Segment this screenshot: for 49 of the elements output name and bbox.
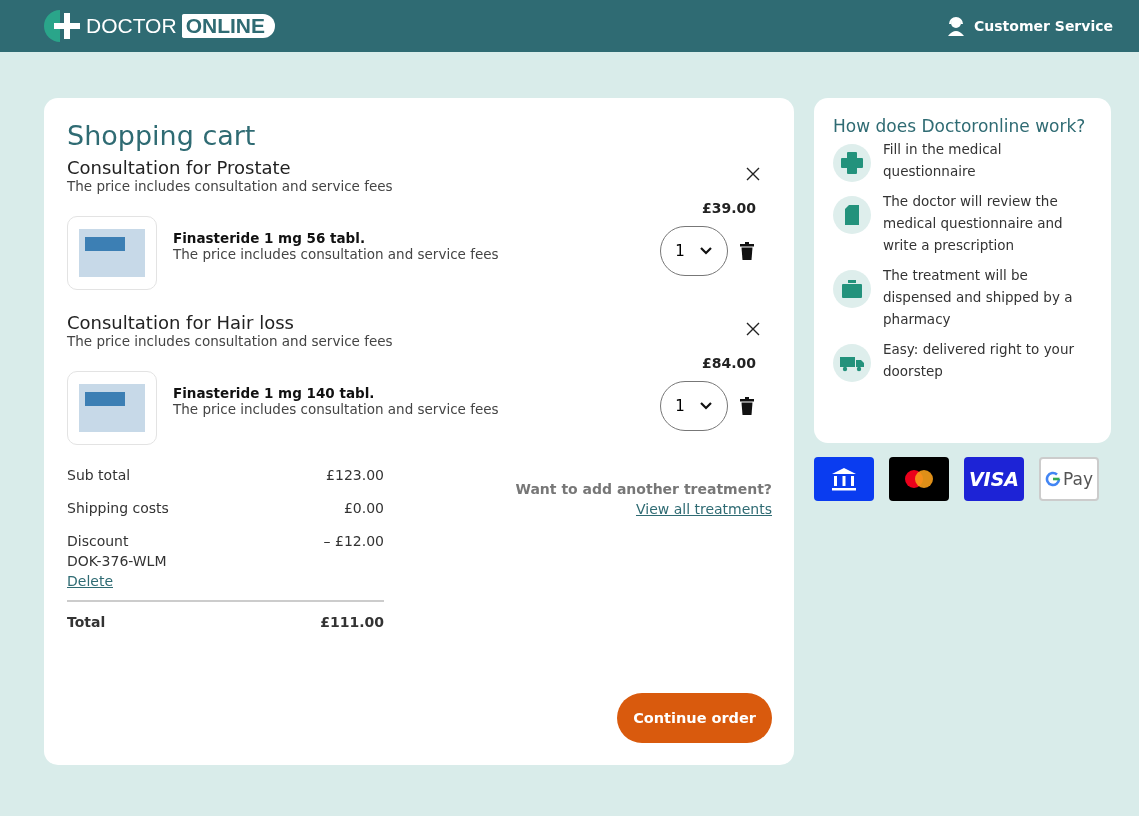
consultation-note: The price includes consultation and service fees (67, 178, 393, 194)
truck-icon (833, 344, 871, 382)
summary-value: £0.00 (343, 500, 384, 516)
step-text: Easy: delivered right to your doorstep (883, 340, 1075, 381)
step-text: The treatment will be dispensed and shipped by a pharmacy (883, 266, 1074, 329)
quantity-select[interactable]: 1 (660, 381, 728, 431)
chevron-down-icon (698, 246, 713, 256)
product-name: Finasteride 1 mg 140 tabl. (173, 385, 376, 401)
product-name: Finasteride 1 mg 56 tabl. (173, 230, 366, 246)
consultation-title: Consultation for Prostate (67, 157, 292, 178)
close-icon[interactable] (746, 167, 760, 181)
briefcase-icon (833, 270, 871, 308)
trash-icon[interactable] (740, 397, 754, 415)
total-value: £111.00 (320, 614, 384, 630)
google-pay-badge: Pay (1039, 457, 1099, 501)
product-price: £39.00 (701, 200, 756, 216)
total-label: Total (67, 614, 106, 630)
info-title: How does Doctoronline work? (833, 116, 1087, 136)
add-treatment-question: Want to add another treatment? (515, 481, 772, 497)
summary-label: Shipping costs (67, 500, 169, 516)
bank-icon (814, 457, 874, 501)
product-note: The price includes consultation and service fees (173, 246, 500, 262)
logo-text: ONLINE (181, 14, 275, 38)
customer-service-link[interactable]: Customer Service (946, 16, 1113, 36)
summary-value: – £12.00 (323, 533, 384, 551)
quantity-select[interactable]: 1 (660, 226, 728, 276)
summary-value: £123.00 (326, 467, 384, 483)
logo-text: DOCTOR (86, 14, 177, 38)
view-treatments-link[interactable]: View all treatments (636, 501, 772, 517)
consultation-title: Consultation for Hair loss (67, 312, 295, 333)
document-icon (833, 196, 871, 234)
summary-label: Sub total (67, 467, 131, 483)
trash-icon[interactable] (740, 242, 754, 260)
delete-link[interactable]: Delete (67, 573, 167, 589)
headset-person-icon (946, 16, 967, 36)
cart-title: Shopping cart (67, 120, 257, 151)
mastercard-icon (889, 457, 949, 501)
chevron-down-icon (698, 401, 713, 411)
continue-order-button[interactable]: Continue order (617, 693, 772, 743)
step-text: Fill in the medical questionnaire (883, 140, 1003, 181)
medical-cross-icon (833, 144, 871, 182)
close-icon[interactable] (746, 322, 760, 336)
product-price: £84.00 (701, 355, 756, 371)
summary-label: Discount (67, 533, 130, 549)
visa-badge: VISA (964, 457, 1024, 501)
step-text: The doctor will review the medical questionnaire and write a prescription (883, 192, 1064, 255)
consultation-note: The price includes consultation and service fees (67, 333, 393, 349)
discount-code: DOK-376-WLM (67, 553, 167, 569)
product-note: The price includes consultation and service fees (173, 401, 500, 417)
